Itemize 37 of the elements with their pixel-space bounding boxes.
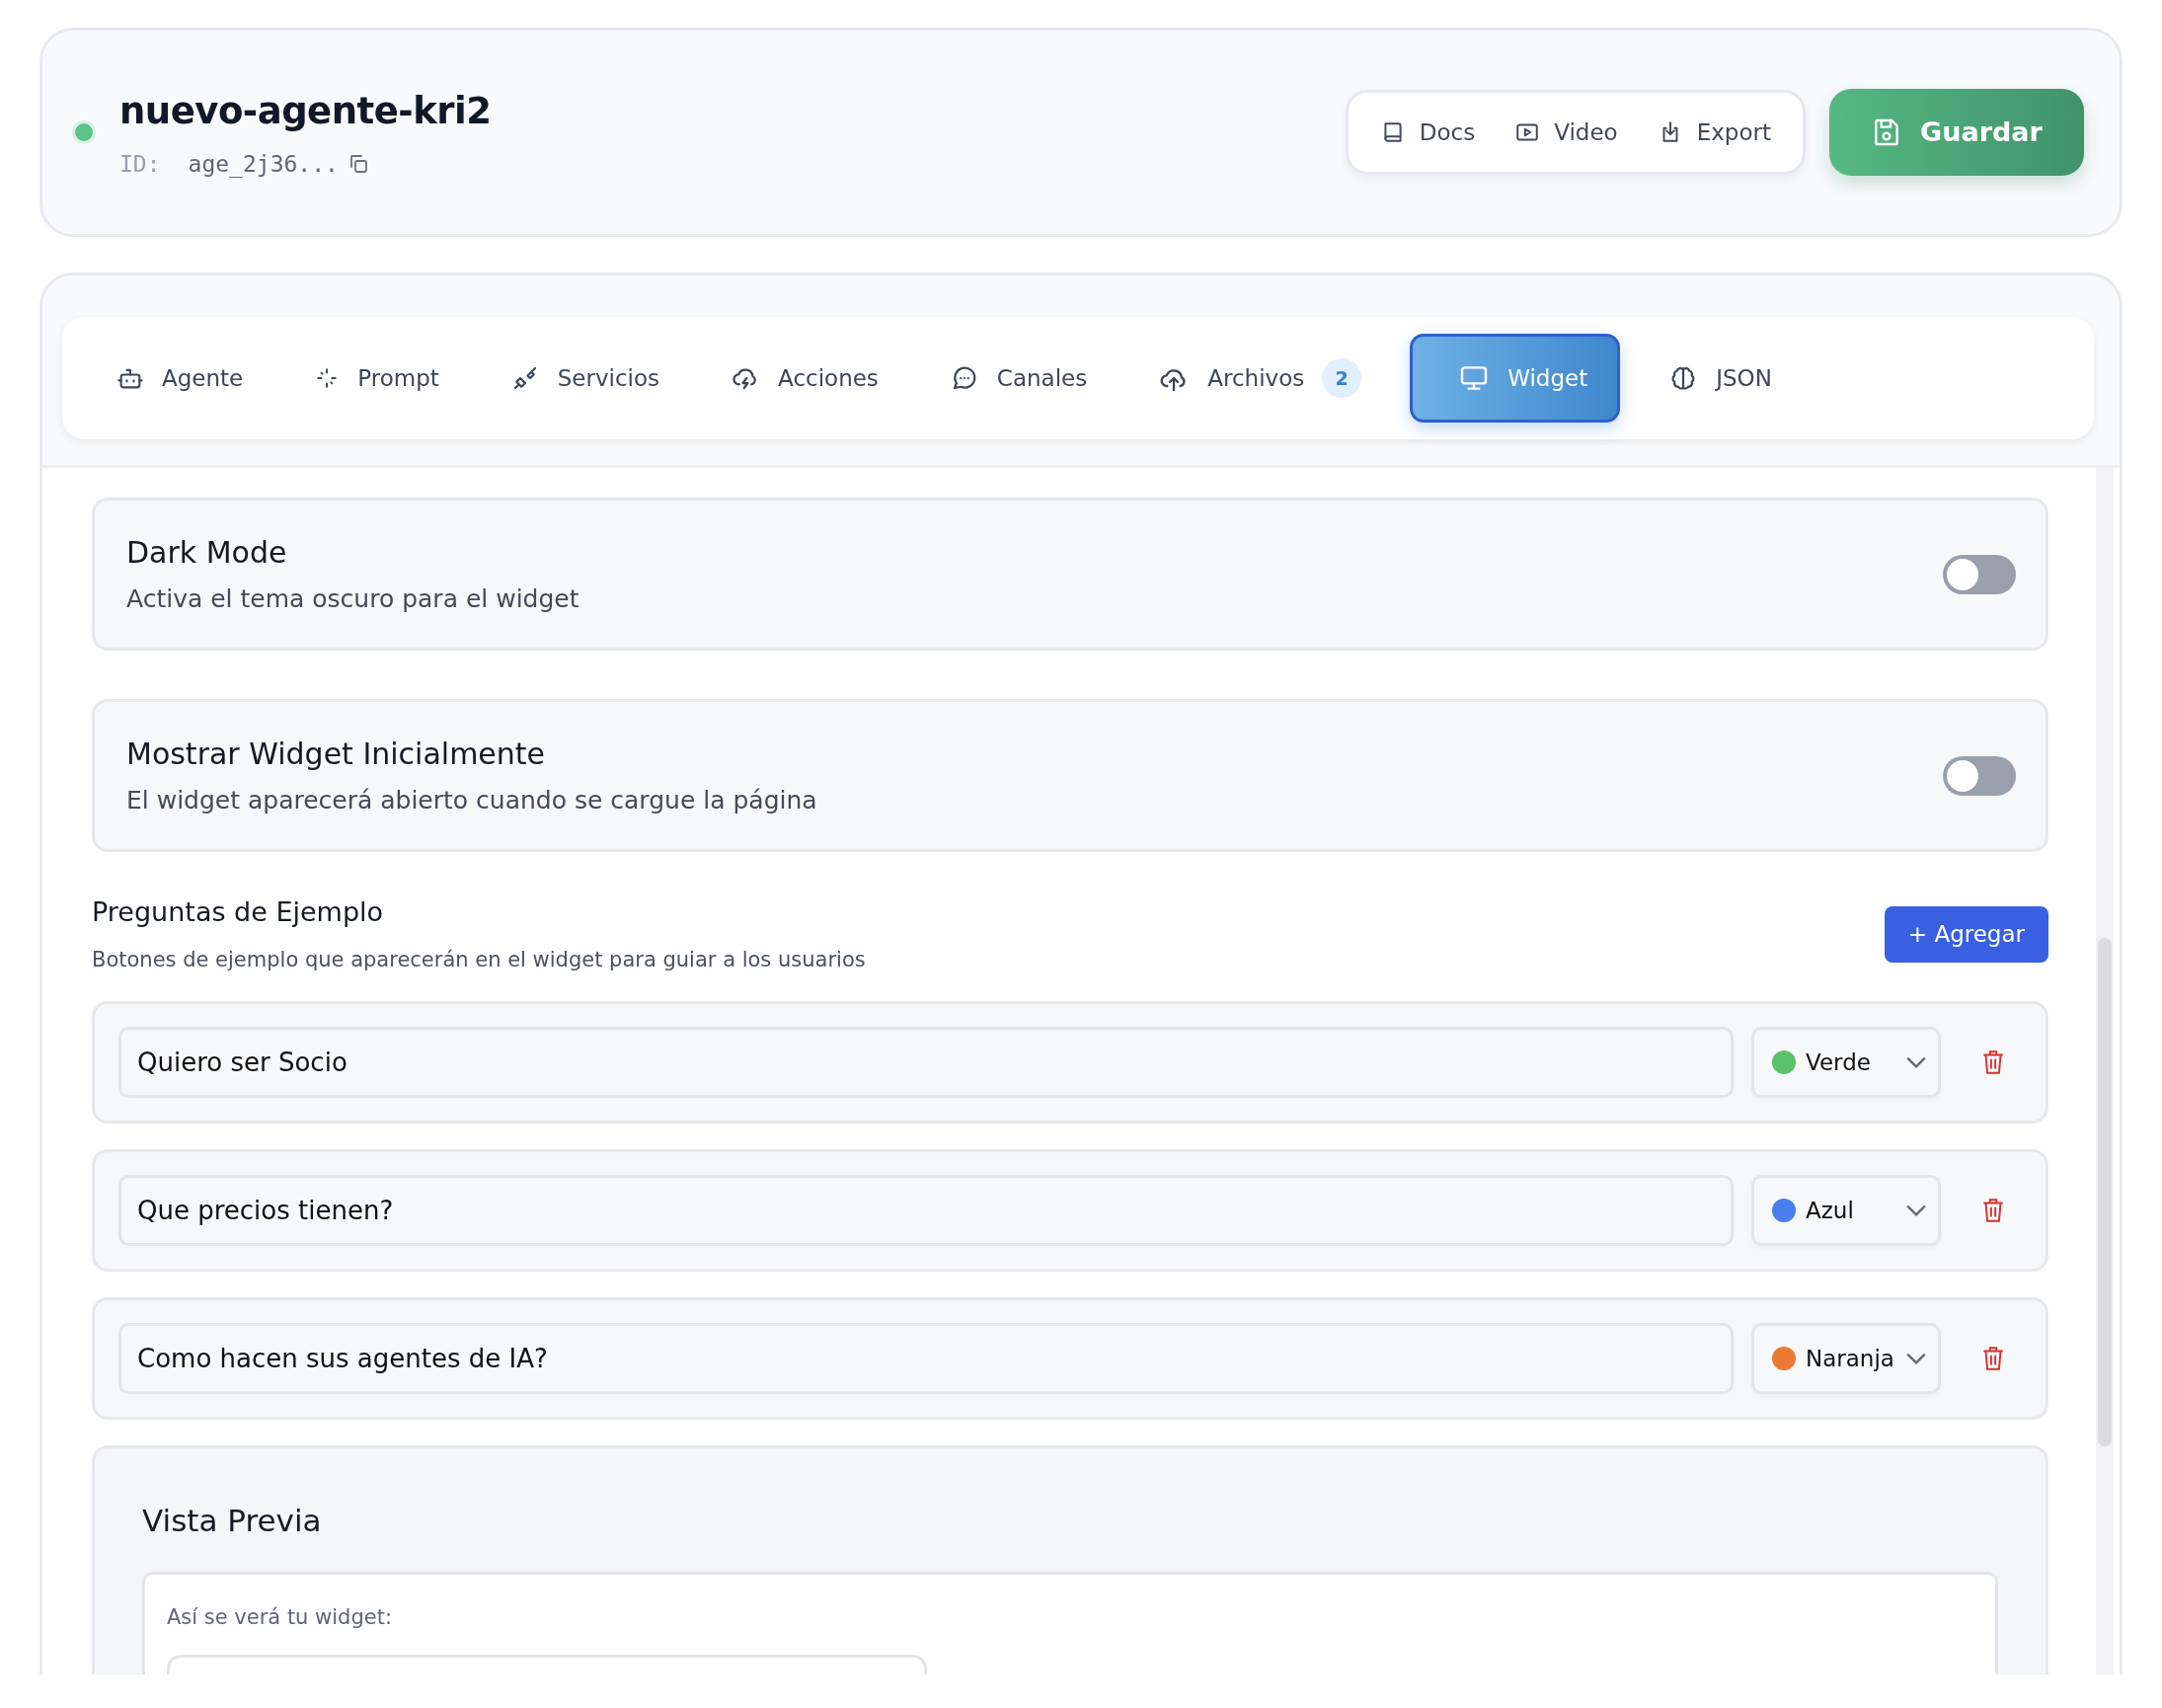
id-label: ID: xyxy=(119,149,161,179)
tab[interactable]: Canales xyxy=(920,334,1117,423)
docs-link[interactable]: Docs xyxy=(1369,109,1486,156)
tab[interactable]: Acciones xyxy=(702,334,907,423)
video-link[interactable]: Video xyxy=(1505,109,1628,156)
chevron-down-icon xyxy=(1906,1204,1926,1216)
question-input[interactable]: Quiero ser Socio xyxy=(118,1027,1734,1098)
tab[interactable]: JSON xyxy=(1640,334,1801,423)
preview-caption: Así se verá tu widget: xyxy=(167,1603,393,1631)
setting-description: Activa el tema oscuro para el widget xyxy=(126,583,579,616)
trash-icon xyxy=(1980,1197,2006,1224)
tab[interactable]: Archivos 2 xyxy=(1129,334,1391,423)
trash-icon xyxy=(1980,1048,2006,1076)
color-select[interactable]: Verde xyxy=(1751,1027,1941,1098)
toggle-switch[interactable] xyxy=(1943,554,2016,594)
tab[interactable]: Agente xyxy=(88,334,272,423)
question-input[interactable]: Que precios tienen? xyxy=(118,1175,1734,1246)
section-title: Preguntas de Ejemplo xyxy=(92,895,385,929)
setting-description: El widget aparecerá abierto cuando se cargue la página xyxy=(126,785,817,817)
color-select[interactable]: Naranja xyxy=(1751,1323,1941,1394)
chevron-down-icon xyxy=(1906,1056,1926,1068)
export-button[interactable]: Export xyxy=(1647,109,1781,156)
preview-title: Vista Previa xyxy=(142,1502,323,1540)
tab[interactable]: Servicios xyxy=(481,334,689,423)
agent-id: age_2j36... xyxy=(188,149,339,180)
count-badge: 2 xyxy=(1322,358,1362,398)
section-description: Botones de ejemplo que aparecerán en el widget para guiar a los usuarios xyxy=(92,946,866,973)
add-button[interactable]: + Agregar xyxy=(1884,905,2048,963)
color-select[interactable]: Azul xyxy=(1751,1175,1941,1246)
setting-title: Dark Mode xyxy=(126,534,288,573)
trash-icon xyxy=(1980,1345,2006,1372)
chevron-down-icon xyxy=(1906,1353,1926,1364)
setting-title: Mostrar Widget Inicialmente xyxy=(126,736,547,774)
agent-name: nuevo-agente-kri2 xyxy=(119,89,492,134)
toggle-switch[interactable] xyxy=(1943,755,2016,796)
tab[interactable]: Prompt xyxy=(285,334,468,423)
question-input[interactable]: Como hacen sus agentes de IA? xyxy=(118,1323,1734,1394)
